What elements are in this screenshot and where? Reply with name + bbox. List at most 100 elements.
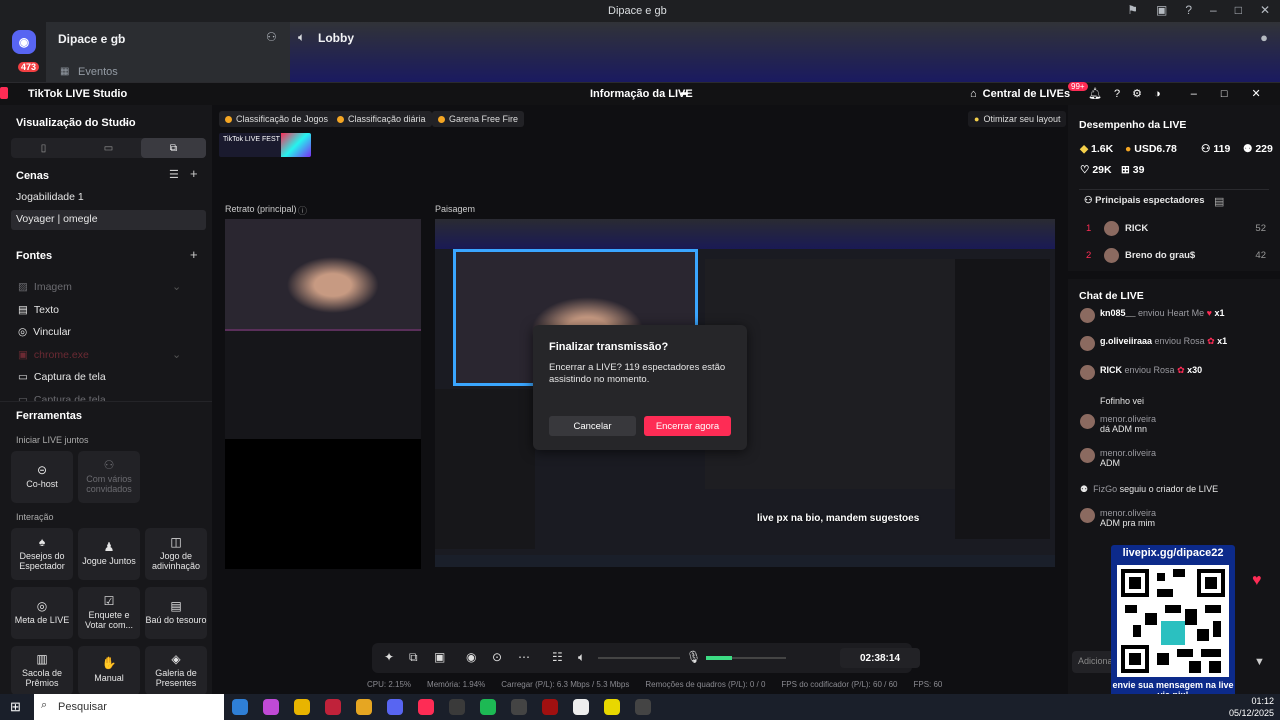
- daily-ranking-chip[interactable]: Classificação diária: [331, 111, 432, 127]
- top-viewer-row[interactable]: 2 Breno do grau$ 42: [1086, 248, 1266, 263]
- edge-icon[interactable]: [232, 699, 248, 715]
- portrait-preview[interactable]: [225, 219, 421, 569]
- tiktok-icon[interactable]: [418, 699, 434, 715]
- help-icon[interactable]: ?: [1114, 88, 1120, 100]
- cohost-button[interactable]: ⊝ Co-host: [11, 451, 73, 503]
- bell-icon[interactable]: 🔔︎: [1088, 87, 1102, 100]
- optimize-layout-button[interactable]: ● Otimizar seu layout: [968, 111, 1067, 127]
- viewer-wishes-button[interactable]: ♠ Desejos do Espectador: [11, 528, 73, 580]
- chevron-down-icon[interactable]: ⌄: [172, 348, 181, 361]
- add-member-icon[interactable]: ⚇: [266, 30, 277, 44]
- chat-message[interactable]: menor.oliveira dá ADM mn: [1080, 414, 1270, 434]
- cancel-button[interactable]: Cancelar: [549, 416, 636, 436]
- chat-message[interactable]: Fofinho vei: [1100, 396, 1280, 406]
- chat-bubble-icon[interactable]: ●: [1260, 30, 1268, 45]
- settings-gear-icon[interactable]: ⚙: [1132, 87, 1142, 100]
- mixer-icon[interactable]: ☷: [552, 650, 563, 664]
- opera-icon[interactable]: [325, 699, 341, 715]
- source-link[interactable]: ◎ Vincular: [18, 326, 71, 338]
- layout-icon[interactable]: ⧉: [409, 650, 418, 665]
- filter-icon[interactable]: ▼: [1254, 656, 1265, 668]
- more-icon[interactable]: ⋯: [518, 650, 530, 664]
- system-clock[interactable]: 01:12 05/12/2025: [1229, 695, 1274, 719]
- frame-icon[interactable]: ▣: [434, 650, 445, 664]
- add-scene-icon[interactable]: +: [190, 166, 198, 181]
- close-icon[interactable]: ✕: [1251, 87, 1260, 100]
- game-category-chip[interactable]: Garena Free Fire: [432, 111, 525, 127]
- like-heart-icon[interactable]: ♥: [1252, 572, 1262, 590]
- obs-icon[interactable]: [635, 699, 651, 715]
- magic-wand-icon[interactable]: ✦: [384, 650, 394, 664]
- inbox-icon[interactable]: ▣: [1156, 3, 1167, 17]
- multi-guest-button[interactable]: ⚇ Com vários convidados: [78, 451, 140, 503]
- minimize-icon[interactable]: –: [1191, 88, 1197, 100]
- landscape-view-tab[interactable]: ▭: [76, 138, 141, 158]
- chevron-down-icon[interactable]: ⌄: [122, 116, 130, 127]
- list-icon[interactable]: ▤: [1214, 195, 1224, 208]
- spotify-icon[interactable]: [480, 699, 496, 715]
- replay-icon[interactable]: ⊙: [492, 650, 502, 664]
- central-lives-link[interactable]: Central de LIVEs: [983, 88, 1070, 100]
- profile-icon[interactable]: ◑: [1154, 88, 1161, 100]
- play-together-button[interactable]: ♟ Jogue Juntos: [78, 528, 140, 580]
- source-text[interactable]: ▤ Texto: [18, 304, 59, 316]
- top-viewer-row[interactable]: 1 RICK 52: [1086, 221, 1266, 236]
- list-icon[interactable]: ☰: [169, 168, 179, 181]
- info-icon[interactable]: ⓘ: [298, 204, 307, 217]
- chevron-down-icon[interactable]: ⌄: [116, 31, 124, 42]
- follow-event[interactable]: ⚉ FizGo seguiu o criador de LIVE: [1080, 484, 1270, 495]
- mic-volume-slider[interactable]: [706, 656, 786, 660]
- share-icon[interactable]: ➦: [680, 87, 689, 100]
- speaker-icon[interactable]: 🔈︎: [578, 650, 585, 665]
- terminal-icon[interactable]: [449, 699, 465, 715]
- source-image[interactable]: ▨ Imagem: [18, 281, 72, 293]
- record-icon[interactable]: ◉: [466, 650, 476, 664]
- copilot-icon[interactable]: [263, 699, 279, 715]
- poll-button[interactable]: ☑ Enquete e Votar com...: [78, 587, 140, 639]
- live-info-title[interactable]: Informação da LIVE: [590, 88, 693, 100]
- volume-slider[interactable]: [598, 657, 680, 659]
- flag-icon[interactable]: ⚑: [1127, 3, 1138, 17]
- gift-event[interactable]: kn085__ enviou Heart Me ♥ x1: [1080, 308, 1270, 323]
- capcut-icon[interactable]: [511, 699, 527, 715]
- game-ranking-chip[interactable]: Classificação de Jogos: [219, 111, 335, 127]
- chat-message[interactable]: menor.oliveira ADM: [1080, 448, 1270, 468]
- app-icon[interactable]: [542, 699, 558, 715]
- studio-view-label[interactable]: Visualização do Studio: [16, 117, 136, 129]
- taskbar-search[interactable]: ⌕ Pesquisar: [34, 694, 224, 720]
- chevron-down-icon[interactable]: ⌄: [172, 280, 181, 293]
- close-icon[interactable]: ✕: [1260, 3, 1270, 17]
- file-explorer-icon[interactable]: [294, 699, 310, 715]
- portrait-view-tab[interactable]: ▯: [11, 138, 76, 158]
- microphone-icon[interactable]: 🎙︎: [686, 650, 701, 664]
- live-fest-banner[interactable]: TikTok LIVE FEST 25: [219, 133, 311, 157]
- windows-start-icon[interactable]: ⊞: [10, 699, 21, 715]
- add-source-icon[interactable]: +: [190, 247, 198, 262]
- maximize-icon[interactable]: □: [1221, 88, 1228, 100]
- source-screen-capture[interactable]: ▭ Captura de tela: [18, 371, 106, 383]
- dual-view-tab[interactable]: ⧉: [141, 138, 206, 158]
- guessing-game-button[interactable]: ◫ Jogo de adivinhação: [145, 528, 207, 580]
- maximize-icon[interactable]: □: [1235, 3, 1242, 17]
- gift-event[interactable]: g.oliveiiraaa enviou Rosa ✿ x1: [1080, 336, 1270, 351]
- home-icon[interactable]: ⌂: [970, 88, 977, 100]
- gift-gallery-button[interactable]: ◈ Galeria de Presentes: [145, 646, 207, 695]
- chat-message[interactable]: menor.oliveira ADM pra mim: [1080, 508, 1270, 528]
- source-chrome[interactable]: ▣ chrome.exe: [18, 349, 89, 361]
- help-icon[interactable]: ?: [1185, 3, 1192, 17]
- top-viewers-tab[interactable]: ⚇ Principais espectadores: [1084, 195, 1204, 206]
- end-now-button[interactable]: Encerrar agora: [644, 416, 731, 436]
- live-goal-button[interactable]: ◎ Meta de LIVE: [11, 587, 73, 639]
- chrome-icon[interactable]: [356, 699, 372, 715]
- app-icon[interactable]: [604, 699, 620, 715]
- scene-item[interactable]: Jogabilidade 1: [11, 188, 206, 208]
- treasure-chest-button[interactable]: ▤ Baú do tesouro: [145, 587, 207, 639]
- discord-logo-icon[interactable]: ◉: [12, 30, 36, 54]
- minimize-icon[interactable]: –: [1210, 3, 1217, 17]
- gift-event[interactable]: RICK enviou Rosa ✿ x30: [1080, 365, 1270, 380]
- discord-icon[interactable]: [387, 699, 403, 715]
- notepad-icon[interactable]: [573, 699, 589, 715]
- events-link[interactable]: Eventos: [78, 66, 118, 78]
- prize-bag-button[interactable]: ▥ Sacola de Prêmios: [11, 646, 73, 695]
- manual-button[interactable]: ✋ Manual: [78, 646, 140, 695]
